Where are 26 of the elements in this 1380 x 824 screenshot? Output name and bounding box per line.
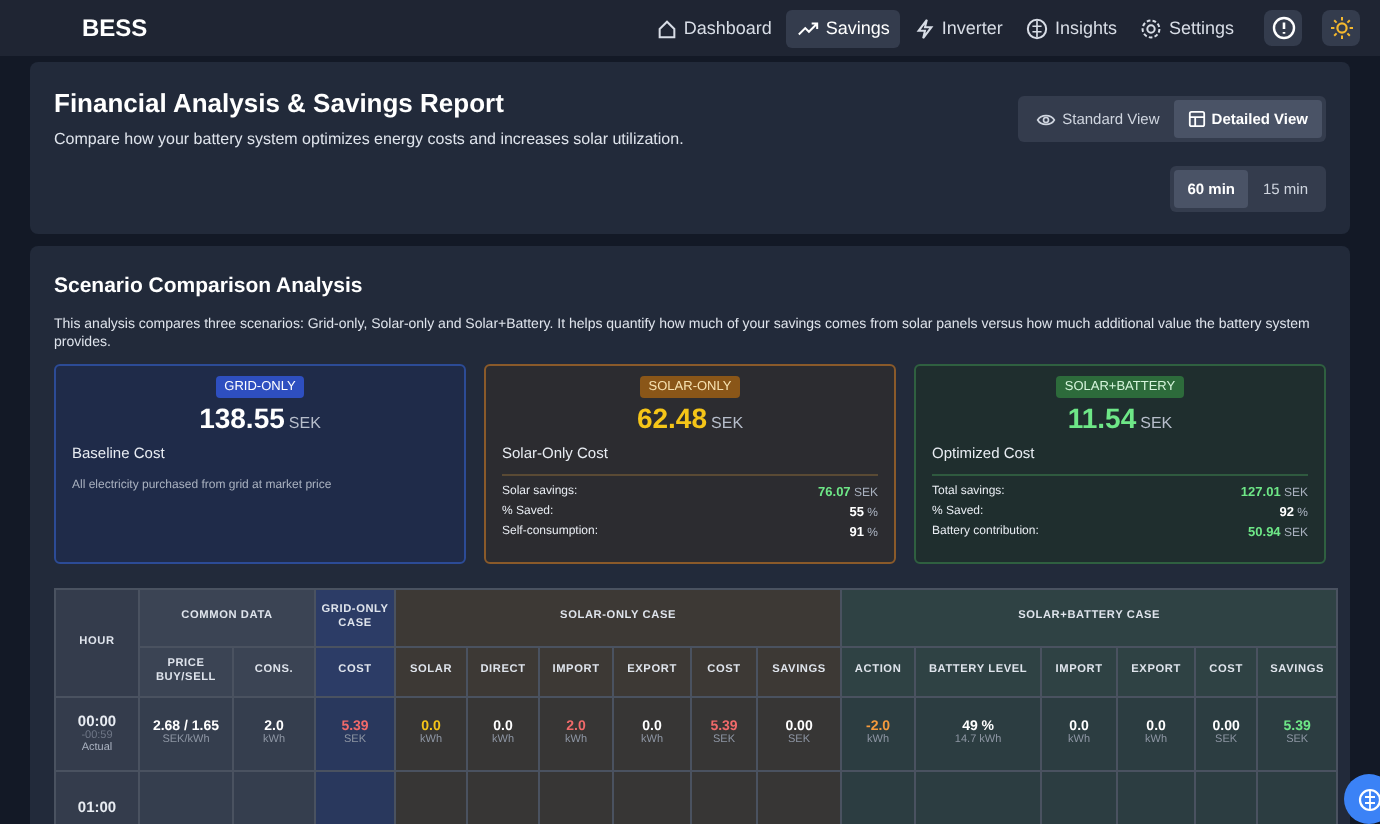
- theme-button[interactable]: [1322, 10, 1360, 46]
- cost-value: 138.55: [199, 401, 285, 434]
- app-title: BESS: [82, 14, 148, 42]
- unit-label: SEK: [1140, 413, 1173, 432]
- unit-label: SEK: [288, 413, 321, 432]
- nav-tab[interactable]: Insights: [1016, 9, 1127, 47]
- settings-icon: [1140, 17, 1163, 39]
- page-title: Financial Analysis & Savings Report: [54, 88, 506, 118]
- nav-tab[interactable]: Savings: [785, 9, 900, 47]
- page-subtitle: Compare how your battery system optimizes energy costs and increases solar utilization.: [54, 130, 686, 148]
- alert-button[interactable]: [1264, 10, 1302, 46]
- nav-tab[interactable]: Inverter: [903, 9, 1013, 47]
- unit-label: SEK: [711, 413, 744, 432]
- trend-icon: [795, 17, 820, 39]
- home-icon: [655, 17, 678, 39]
- nav-tab[interactable]: Settings: [1130, 9, 1244, 47]
- eye-icon: [1036, 111, 1057, 127]
- nav-tab[interactable]: Dashboard: [645, 9, 782, 47]
- section-title: Scenario Comparison Analysis: [54, 272, 365, 298]
- sun-icon: [1329, 16, 1353, 40]
- cost-value: 62.48: [636, 401, 708, 434]
- bolt-icon: [913, 17, 936, 39]
- alert-icon: [1271, 16, 1295, 40]
- table-icon: [1187, 110, 1206, 128]
- cost-value: 11.54: [1067, 401, 1137, 434]
- assistant-button[interactable]: [1344, 774, 1380, 824]
